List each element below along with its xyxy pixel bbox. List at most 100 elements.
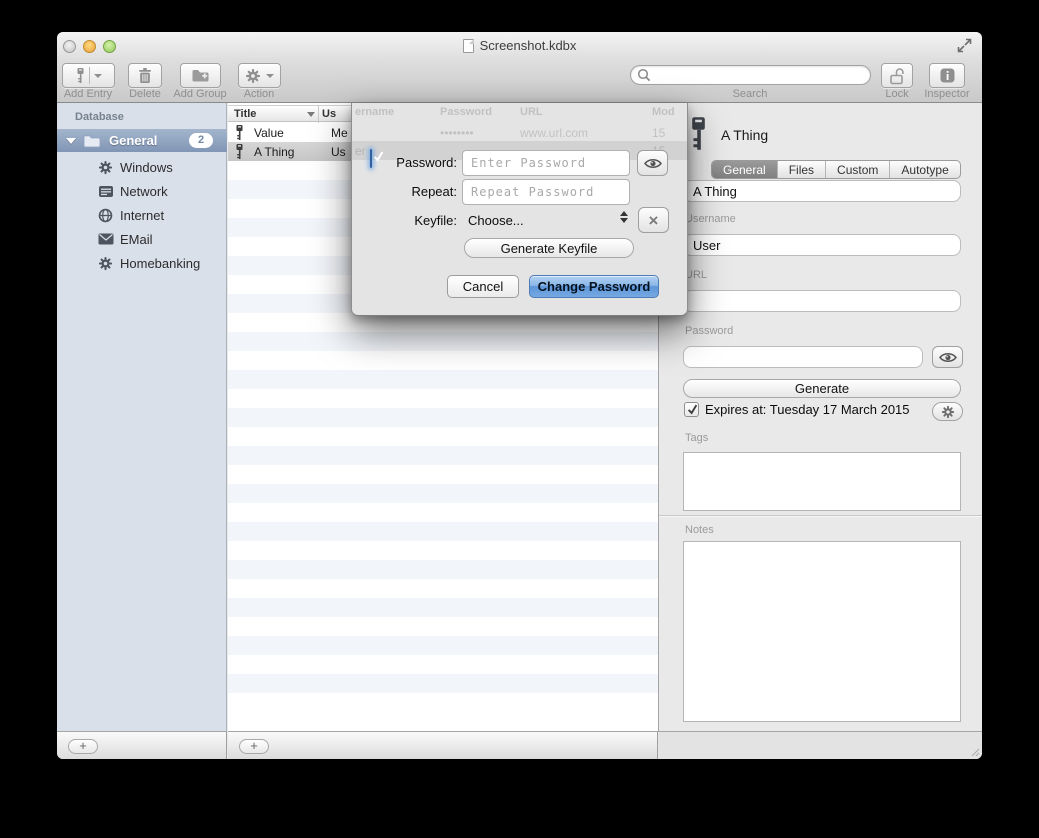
ghost-username-cell: er <box>355 144 366 158</box>
sort-descending-icon <box>307 112 315 117</box>
add-entry-button[interactable] <box>62 63 115 88</box>
popup-stepper-icon[interactable] <box>620 211 628 223</box>
titlebar: Screenshot.kdbx Add Entry <box>57 32 982 103</box>
unlock-icon <box>888 67 906 85</box>
plus-icon: + <box>79 738 87 753</box>
expires-checkbox[interactable] <box>684 402 699 417</box>
entry-username-cell: Us <box>331 145 346 159</box>
sidebar-item-homebanking[interactable]: Homebanking <box>57 251 227 275</box>
ghost-url-header: URL <box>520 106 543 118</box>
new-password-input[interactable] <box>462 150 630 176</box>
action-label: Action <box>244 88 275 100</box>
username-label: Username <box>685 213 736 225</box>
action-button[interactable] <box>238 63 281 88</box>
sidebar-section-header: Database <box>75 111 124 123</box>
gear-icon <box>245 68 261 84</box>
tags-field[interactable] <box>683 452 961 511</box>
folder-icon <box>83 134 101 148</box>
key-icon <box>235 125 244 141</box>
tab-files[interactable]: Files <box>777 161 825 178</box>
change-password-button[interactable]: Change Password <box>529 275 659 298</box>
add-group-footer-button[interactable]: + <box>68 739 98 754</box>
ghost-url-cell: www.url.com <box>520 126 588 140</box>
sidebar-item-email[interactable]: EMail <box>57 227 227 251</box>
key-icon <box>235 144 244 160</box>
globe-icon <box>97 208 114 223</box>
ghost-password-header: Password <box>440 106 492 118</box>
entry-count-badge: 2 <box>189 133 213 148</box>
column-header-title[interactable]: Title <box>234 108 256 120</box>
inspector-panel: A Thing General Files Custom Autotype Us… <box>658 103 982 731</box>
delete-label: Delete <box>129 88 161 100</box>
inspector-button[interactable] <box>929 63 965 88</box>
tab-custom[interactable]: Custom <box>825 161 889 178</box>
document-icon <box>463 39 474 53</box>
column-header-username[interactable]: Us <box>322 108 336 120</box>
notes-field[interactable] <box>683 541 961 722</box>
sidebar-item-windows[interactable]: Windows <box>57 155 227 179</box>
delete-button[interactable] <box>128 63 162 88</box>
repeat-password-input[interactable] <box>462 179 630 205</box>
sidebar: Database General 2 Windows <box>57 103 227 731</box>
add-entry-footer-button[interactable]: + <box>239 739 269 754</box>
dialog-keyfile-label: Keyfile: <box>386 213 457 228</box>
tab-general[interactable]: General <box>712 161 777 178</box>
resize-grip[interactable] <box>971 748 980 757</box>
notes-label: Notes <box>685 524 714 536</box>
key-icon <box>76 68 85 84</box>
eye-icon <box>939 352 957 363</box>
disclosure-triangle-icon[interactable] <box>66 138 76 144</box>
expiry-options-button[interactable] <box>932 402 963 421</box>
ghost-modified-header: Mod <box>652 106 675 118</box>
gear-icon <box>97 256 114 271</box>
sidebar-item-label: Homebanking <box>120 256 200 271</box>
username-field[interactable] <box>683 234 961 256</box>
window-title-row: Screenshot.kdbx <box>57 38 982 53</box>
generate-keyfile-button[interactable]: Generate Keyfile <box>464 238 634 258</box>
close-x-icon: × <box>649 212 659 229</box>
dialog-repeat-label: Repeat: <box>386 184 457 199</box>
cancel-button[interactable]: Cancel <box>447 275 519 298</box>
sidebar-group-general[interactable]: General 2 <box>57 129 227 152</box>
fullscreen-icon[interactable] <box>956 37 973 54</box>
sidebar-item-label: EMail <box>120 232 153 247</box>
eye-icon <box>644 158 662 169</box>
lock-button[interactable] <box>881 63 913 88</box>
column-divider[interactable] <box>318 106 319 123</box>
reveal-password-button[interactable] <box>637 150 668 176</box>
sidebar-item-internet[interactable]: Internet <box>57 203 227 227</box>
server-icon <box>97 185 114 198</box>
ghost-modified-cell: 15 <box>652 126 665 140</box>
generate-label: Generate <box>795 381 849 396</box>
expires-label: Expires at: Tuesday 17 March 2015 <box>705 402 910 417</box>
keyfile-popup[interactable]: Choose... <box>468 213 524 228</box>
entry-username-cell: Me <box>331 126 348 140</box>
chevron-down-icon <box>266 74 274 78</box>
inspector-entry-title: A Thing <box>721 127 768 143</box>
reveal-password-button[interactable] <box>932 346 963 368</box>
url-field[interactable] <box>683 290 961 312</box>
add-entry-label: Add Entry <box>64 88 112 100</box>
password-field[interactable] <box>683 346 923 368</box>
key-icon <box>688 116 709 152</box>
clear-keyfile-button[interactable]: × <box>638 207 669 233</box>
inspector-footer <box>658 731 982 759</box>
sidebar-item-label: Windows <box>120 160 173 175</box>
tags-label: Tags <box>685 432 708 444</box>
entry-title-cell: A Thing <box>254 145 318 159</box>
search-field-wrap <box>630 65 871 85</box>
password-enabled-checkbox[interactable] <box>370 149 372 168</box>
mail-icon <box>97 233 114 245</box>
add-group-button[interactable] <box>180 63 221 88</box>
sidebar-item-network[interactable]: Network <box>57 179 227 203</box>
title-field[interactable] <box>683 180 961 202</box>
generate-password-button[interactable]: Generate <box>683 379 961 398</box>
ghost-username-header: ername <box>355 106 394 118</box>
gear-icon <box>941 405 955 419</box>
tab-autotype[interactable]: Autotype <box>889 161 959 178</box>
url-label: URL <box>685 269 707 281</box>
dialog-password-label: Password: <box>386 155 457 170</box>
cancel-label: Cancel <box>463 279 503 294</box>
sidebar-group-label: General <box>109 133 157 148</box>
search-input[interactable] <box>630 65 871 85</box>
